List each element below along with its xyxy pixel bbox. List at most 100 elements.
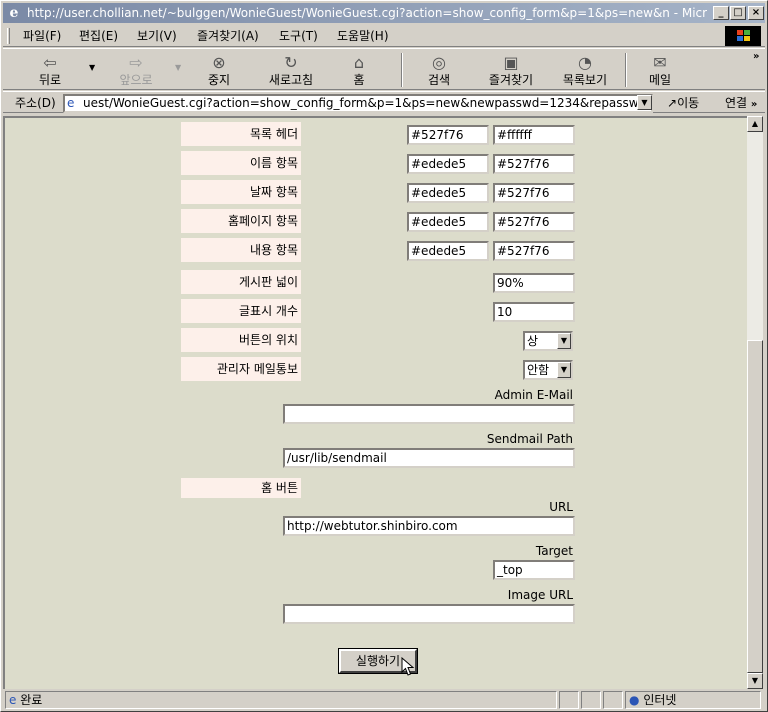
- status-pane-main: e 완료: [5, 691, 557, 709]
- row-label-button-position: 버튼의 위치: [181, 328, 301, 352]
- page-done-icon: e: [9, 693, 17, 707]
- refresh-icon: ↻: [284, 53, 298, 72]
- menu-favorites[interactable]: 즐겨찾기(A): [197, 28, 259, 44]
- button-position-select[interactable]: 상 ▼: [523, 331, 573, 351]
- favorites-icon: ▣: [503, 53, 519, 72]
- status-text: 완료: [20, 693, 43, 707]
- back-dropdown-icon[interactable]: ▼: [89, 63, 95, 72]
- chevron-down-icon[interactable]: ▼: [557, 333, 571, 349]
- scroll-down-button[interactable]: ▼: [747, 673, 763, 689]
- forward-button[interactable]: ⇨ 앞으로: [107, 51, 165, 89]
- globe-icon: ●: [629, 693, 640, 707]
- zone-text: 인터넷: [643, 693, 677, 707]
- row-label-post-count: 글표시 개수: [181, 299, 301, 323]
- target-caption: Target: [535, 544, 573, 558]
- admin-notify-value: 안함: [527, 363, 550, 377]
- name-item-bg-input[interactable]: #edede5: [407, 154, 489, 174]
- row-label-list-header: 목록 헤더: [181, 122, 301, 146]
- sendmail-caption: Sendmail Path: [486, 432, 573, 446]
- content-item-bg-input[interactable]: #edede5: [407, 241, 489, 261]
- sendmail-path-input[interactable]: /usr/lib/sendmail: [283, 448, 575, 468]
- chevron-down-icon[interactable]: ▼: [557, 362, 571, 378]
- home-button[interactable]: ⌂ 홈: [337, 51, 381, 89]
- button-position-value: 상: [527, 334, 539, 348]
- menu-tools[interactable]: 도구(T): [279, 28, 318, 44]
- favorites-button[interactable]: ▣ 즐겨찾기: [479, 51, 543, 89]
- mail-button[interactable]: ✉ 메일: [637, 51, 683, 89]
- vertical-scrollbar[interactable]: ▲ ▼: [747, 116, 763, 689]
- home-icon: ⌂: [353, 53, 365, 72]
- history-icon: ◔: [578, 53, 592, 72]
- refresh-button[interactable]: ↻ 새로고침: [259, 51, 323, 89]
- menu-help[interactable]: 도움말(H): [337, 28, 389, 44]
- scroll-up-button[interactable]: ▲: [747, 116, 763, 132]
- page-content: 목록 헤더 #527f76 #ffffff 이름 항목 #edede5 #527…: [3, 116, 747, 689]
- menu-view[interactable]: 보기(V): [137, 28, 177, 44]
- image-url-caption: Image URL: [507, 588, 573, 602]
- homepage-item-bg-input[interactable]: #edede5: [407, 212, 489, 232]
- row-label-board-width: 게시판 넓이: [181, 270, 301, 294]
- search-button[interactable]: ◎ 검색: [417, 51, 461, 89]
- row-label-content-item: 내용 항목: [181, 238, 301, 262]
- minimize-button[interactable]: _: [713, 6, 729, 20]
- toolbar-separator: [401, 53, 403, 87]
- image-url-input[interactable]: [283, 604, 575, 624]
- page-icon: e: [67, 96, 75, 110]
- status-pane-progress: [559, 691, 579, 709]
- address-dropdown-button[interactable]: ▼: [637, 95, 652, 110]
- menu-file[interactable]: 파일(F): [23, 28, 61, 44]
- date-item-fg-input[interactable]: #527f76: [493, 183, 575, 203]
- home-url-input[interactable]: http://webtutor.shinbiro.com: [283, 516, 575, 536]
- row-label-date-item: 날짜 항목: [181, 180, 301, 204]
- toolbar-overflow-icon[interactable]: »: [753, 51, 759, 62]
- scroll-thumb[interactable]: [747, 340, 763, 673]
- mail-icon: ✉: [653, 53, 667, 72]
- history-button[interactable]: ◔ 목록보기: [553, 51, 617, 89]
- row-label-homepage-item: 홈페이지 항목: [181, 209, 301, 233]
- search-icon: ◎: [432, 53, 446, 72]
- mouse-pointer-icon: [401, 657, 415, 676]
- stop-button[interactable]: ⊗ 중지: [197, 51, 241, 89]
- back-arrow-icon: ⇦: [43, 53, 57, 72]
- go-button[interactable]: ↗이동: [667, 95, 699, 111]
- address-url: uest/WonieGuest.cgi?action=show_config_f…: [83, 96, 653, 110]
- date-item-bg-input[interactable]: #edede5: [407, 183, 489, 203]
- forward-dropdown-icon[interactable]: ▼: [175, 63, 181, 72]
- list-header-fg-input[interactable]: #ffffff: [493, 125, 575, 145]
- row-label-name-item: 이름 항목: [181, 151, 301, 175]
- forward-arrow-icon: ⇨: [129, 53, 143, 72]
- url-caption: URL: [549, 500, 573, 514]
- toolbar: ⇦ 뒤로 ▼ ⇨ 앞으로 ▼ ⊗ 중지 ↻ 새로고침 ⌂ 홈 ◎ 검색 ▣ 즐겨…: [3, 48, 765, 90]
- address-input[interactable]: e uest/WonieGuest.cgi?action=show_config…: [63, 94, 653, 113]
- back-button[interactable]: ⇦ 뒤로: [27, 51, 73, 89]
- board-width-input[interactable]: 90%: [493, 273, 575, 293]
- list-header-bg-input[interactable]: #527f76: [407, 125, 489, 145]
- content-item-fg-input[interactable]: #527f76: [493, 241, 575, 261]
- post-count-input[interactable]: 10: [493, 302, 575, 322]
- title-bar: e http://user.chollian.net/~bulggen/Woni…: [3, 3, 765, 23]
- admin-email-caption: Admin E-Mail: [494, 388, 573, 402]
- admin-notify-select[interactable]: 안함 ▼: [523, 360, 573, 380]
- row-label-home-button: 홈 버튼: [181, 478, 301, 498]
- menu-grip: [7, 28, 10, 44]
- menu-edit[interactable]: 편집(E): [79, 28, 118, 44]
- links-overflow-icon: »: [750, 99, 758, 110]
- maximize-button[interactable]: □: [730, 6, 746, 20]
- close-button[interactable]: ×: [748, 6, 764, 20]
- windows-logo-icon: [725, 26, 761, 46]
- status-pane-zone: ● 인터넷: [625, 691, 761, 709]
- menu-bar: 파일(F) 편집(E) 보기(V) 즐겨찾기(A) 도구(T) 도움말(H): [3, 25, 765, 47]
- target-input[interactable]: _top: [493, 560, 575, 580]
- address-label: 주소(D): [15, 96, 56, 110]
- row-label-admin-notify: 관리자 메일통보: [181, 357, 301, 381]
- status-bar: e 완료 ● 인터넷: [3, 690, 765, 710]
- status-pane-offline: [603, 691, 623, 709]
- status-pane-secure: [581, 691, 601, 709]
- name-item-fg-input[interactable]: #527f76: [493, 154, 575, 174]
- ie-logo-icon: e: [9, 5, 19, 21]
- links-button[interactable]: 연결 »: [725, 95, 757, 113]
- address-bar: 주소(D) e uest/WonieGuest.cgi?action=show_…: [3, 91, 765, 113]
- toolbar-separator: [625, 53, 627, 87]
- admin-email-input[interactable]: [283, 404, 575, 424]
- homepage-item-fg-input[interactable]: #527f76: [493, 212, 575, 232]
